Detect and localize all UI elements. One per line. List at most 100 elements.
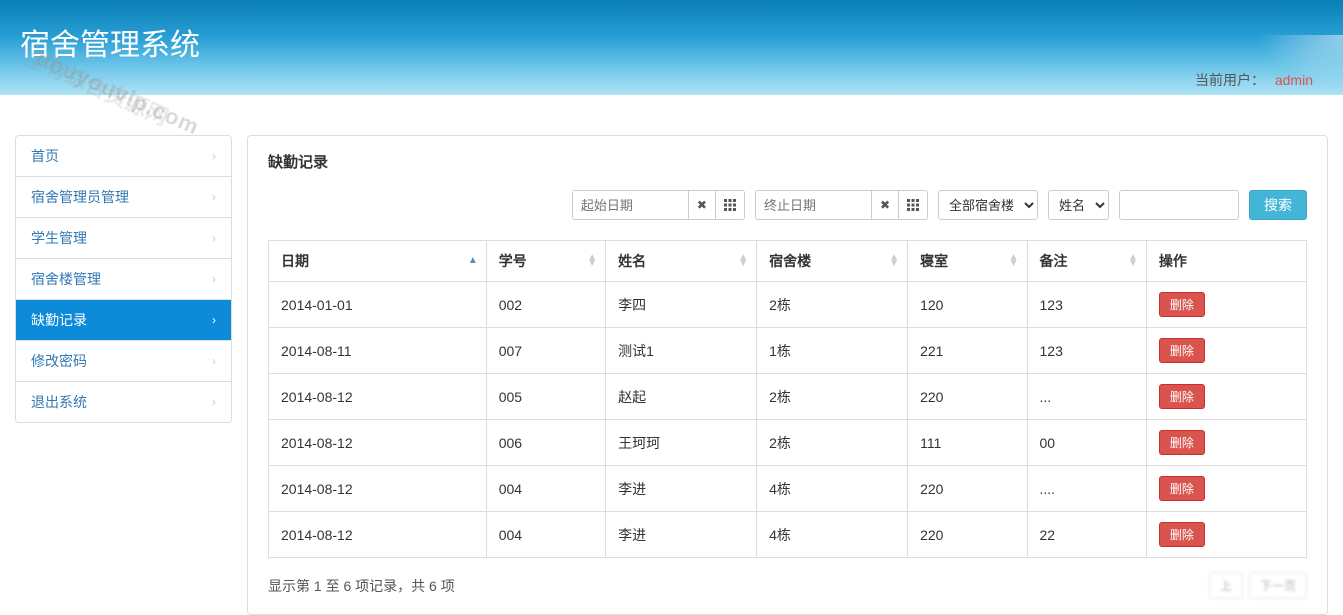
sidebar-item-label: 修改密码 <box>31 351 87 371</box>
cell-room: 221 <box>908 328 1027 374</box>
col-header-4[interactable]: 寝室▲▼ <box>908 241 1027 282</box>
sidebar-item-label: 首页 <box>31 146 59 166</box>
table-row: 2014-01-01002李四2栋120123删除 <box>269 282 1307 328</box>
end-date-clear[interactable]: ✖ <box>871 191 898 219</box>
col-header-2[interactable]: 姓名▲▼ <box>606 241 757 282</box>
chevron-right-icon: › <box>212 190 216 204</box>
delete-button[interactable]: 删除 <box>1159 338 1205 363</box>
chevron-right-icon: › <box>212 272 216 286</box>
col-header-3[interactable]: 宿舍楼▲▼ <box>757 241 908 282</box>
table-row: 2014-08-12004李进4栋220....删除 <box>269 466 1307 512</box>
cell-room: 220 <box>908 466 1027 512</box>
sidebar-item-2[interactable]: 学生管理 › <box>16 218 231 259</box>
field-select[interactable]: 姓名 <box>1048 190 1109 220</box>
user-bar: 当前用户： admin <box>0 70 1343 90</box>
cell-note: 123 <box>1027 328 1146 374</box>
start-date-input[interactable] <box>573 191 688 219</box>
sidebar-item-1[interactable]: 宿舍管理员管理 › <box>16 177 231 218</box>
pagination: 上 下一页 <box>1209 572 1307 599</box>
cell-date: 2014-08-11 <box>269 328 487 374</box>
cell-note: 22 <box>1027 512 1146 558</box>
cell-sid: 004 <box>486 512 605 558</box>
cell-room: 120 <box>908 282 1027 328</box>
cell-note: 00 <box>1027 420 1146 466</box>
user-label: 当前用户： <box>1195 72 1265 88</box>
chevron-right-icon: › <box>212 354 216 368</box>
cell-building: 2栋 <box>757 282 908 328</box>
table-info: 显示第 1 至 6 项记录，共 6 项 <box>268 576 455 596</box>
username-link[interactable]: admin <box>1275 72 1313 88</box>
delete-button[interactable]: 删除 <box>1159 476 1205 501</box>
cell-date: 2014-01-01 <box>269 282 487 328</box>
cell-room: 220 <box>908 512 1027 558</box>
table-row: 2014-08-12006王珂珂2栋11100删除 <box>269 420 1307 466</box>
cell-name: 赵起 <box>606 374 757 420</box>
cell-date: 2014-08-12 <box>269 512 487 558</box>
sidebar-item-4[interactable]: 缺勤记录› <box>16 300 231 341</box>
sidebar-item-3[interactable]: 宿舍楼管理› <box>16 259 231 300</box>
start-date-calendar-icon[interactable] <box>715 191 744 219</box>
sidebar-item-label: 退出系统 <box>31 392 87 412</box>
cell-sid: 005 <box>486 374 605 420</box>
cell-date: 2014-08-12 <box>269 374 487 420</box>
search-button[interactable]: 搜索 <box>1249 190 1307 220</box>
cell-name: 李进 <box>606 512 757 558</box>
cell-room: 220 <box>908 374 1027 420</box>
cell-name: 测试1 <box>606 328 757 374</box>
cell-room: 111 <box>908 420 1027 466</box>
sidebar-item-6[interactable]: 退出系统 › <box>16 382 231 422</box>
delete-button[interactable]: 删除 <box>1159 292 1205 317</box>
col-header-0[interactable]: 日期▲ <box>269 241 487 282</box>
cell-date: 2014-08-12 <box>269 420 487 466</box>
start-date-clear[interactable]: ✖ <box>688 191 715 219</box>
cell-name: 李四 <box>606 282 757 328</box>
start-date-group: ✖ <box>572 190 745 220</box>
sidebar-item-label: 宿舍管理员管理 <box>31 187 129 207</box>
delete-button[interactable]: 删除 <box>1159 522 1205 547</box>
cell-sid: 007 <box>486 328 605 374</box>
sidebar-item-label: 学生管理 <box>31 228 87 248</box>
table-row: 2014-08-12004李进4栋22022 删除 <box>269 512 1307 558</box>
cell-sid: 006 <box>486 420 605 466</box>
end-date-calendar-icon[interactable] <box>898 191 927 219</box>
cell-building: 4栋 <box>757 466 908 512</box>
pager-next[interactable]: 下一页 <box>1249 572 1307 599</box>
col-header-1[interactable]: 学号▲▼ <box>486 241 605 282</box>
end-date-input[interactable] <box>756 191 871 219</box>
table-row: 2014-08-12005赵起2栋220...删除 <box>269 374 1307 420</box>
sidebar-item-0[interactable]: 首页› <box>16 136 231 177</box>
pager-prev[interactable]: 上 <box>1209 572 1243 599</box>
cell-date: 2014-08-12 <box>269 466 487 512</box>
sort-icon: ▲▼ <box>889 255 899 267</box>
col-header-5[interactable]: 备注▲▼ <box>1027 241 1146 282</box>
content-panel: 缺勤记录 ✖ ✖ 全部宿舍楼 姓名 <box>247 135 1328 615</box>
cell-note: 123 <box>1027 282 1146 328</box>
cell-action: 删除 <box>1146 420 1306 466</box>
building-select[interactable]: 全部宿舍楼 <box>938 190 1038 220</box>
table-row: 2014-08-11007测试11栋221123删除 <box>269 328 1307 374</box>
cell-sid: 004 <box>486 466 605 512</box>
sort-icon: ▲▼ <box>1128 255 1138 267</box>
cell-note: .... <box>1027 466 1146 512</box>
cell-action: 删除 <box>1146 374 1306 420</box>
delete-button[interactable]: 删除 <box>1159 430 1205 455</box>
chevron-right-icon: › <box>212 395 216 409</box>
filter-toolbar: ✖ ✖ 全部宿舍楼 姓名 搜索 <box>268 190 1307 220</box>
cell-building: 2栋 <box>757 374 908 420</box>
sort-icon: ▲▼ <box>738 255 748 267</box>
cell-action: 删除 <box>1146 282 1306 328</box>
chevron-right-icon: › <box>212 313 216 327</box>
cell-action: 删除 <box>1146 512 1306 558</box>
chevron-right-icon: › <box>212 231 216 245</box>
header: 宿舍管理系统 当前用户： admin <box>0 0 1343 95</box>
panel-title: 缺勤记录 <box>268 151 1307 172</box>
sort-icon: ▲ <box>468 258 478 264</box>
table-footer: 显示第 1 至 6 项记录，共 6 项 上 下一页 <box>268 572 1307 599</box>
cell-building: 4栋 <box>757 512 908 558</box>
delete-button[interactable]: 删除 <box>1159 384 1205 409</box>
col-header-6[interactable]: 操作 <box>1146 241 1306 282</box>
sidebar-item-5[interactable]: 修改密码 › <box>16 341 231 382</box>
cell-action: 删除 <box>1146 466 1306 512</box>
search-input[interactable] <box>1119 190 1239 220</box>
site-title: 宿舍管理系统 <box>20 20 1343 64</box>
